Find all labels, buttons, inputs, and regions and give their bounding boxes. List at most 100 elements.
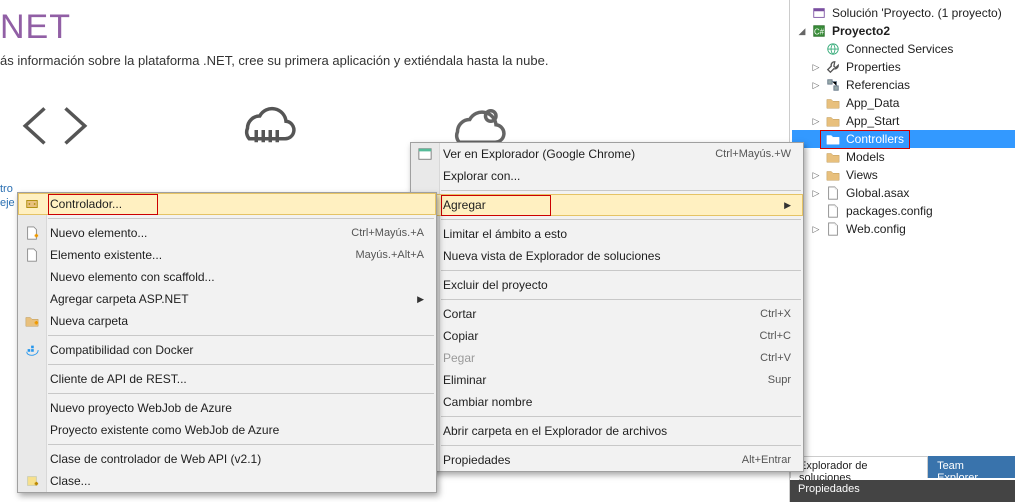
tree-node-app-data[interactable]: App_Data — [792, 94, 1015, 112]
menu-item-label: Nuevo elemento con scaffold... — [50, 270, 424, 284]
menu-separator — [48, 335, 434, 336]
existitem-icon — [24, 247, 40, 263]
menu-item-label: Agregar — [443, 198, 784, 212]
ctx-excluir-del-proyecto[interactable]: Excluir del proyecto — [411, 274, 803, 296]
add-nueva-carpeta[interactable]: Nueva carpeta — [18, 310, 436, 332]
class-icon — [24, 473, 40, 489]
truncated-left-text: troeje — [0, 182, 18, 210]
menu-item-label: Elemento existente... — [50, 248, 332, 262]
menu-item-label: Clase de controlador de Web API (v2.1) — [50, 452, 424, 466]
menu-item-label: Cambiar nombre — [443, 395, 791, 409]
tree-node-properties[interactable]: ▷ Properties — [792, 58, 1015, 76]
ctx-copiar[interactable]: CopiarCtrl+C — [411, 325, 803, 347]
menu-item-shortcut: Supr — [744, 374, 791, 386]
tree-node-app-start[interactable]: ▷ App_Start — [792, 112, 1015, 130]
tree-label: Web.config — [844, 222, 906, 236]
tree-label: App_Start — [844, 114, 899, 128]
menu-separator — [48, 444, 434, 445]
menu-item-label: Nueva vista de Explorador de soluciones — [443, 249, 791, 263]
folder-icon — [825, 95, 841, 111]
menu-separator — [441, 299, 801, 300]
ctx-eliminar[interactable]: EliminarSupr — [411, 369, 803, 391]
tree-node-controllers[interactable]: Controllers — [792, 130, 1015, 148]
menu-separator — [441, 190, 801, 191]
folder-icon — [825, 167, 841, 183]
tree-node-models[interactable]: Models — [792, 148, 1015, 166]
newfolder-icon — [24, 313, 40, 329]
menu-item-label: Abrir carpeta en el Explorador de archiv… — [443, 424, 791, 438]
folder-icon — [825, 113, 841, 129]
menu-item-label: Clase... — [50, 474, 424, 488]
csproj-icon: C# — [811, 23, 827, 39]
add-proyecto-existente-como-webjob-de-azure[interactable]: Proyecto existente como WebJob de Azure — [18, 419, 436, 441]
context-menu-controllers: Ver en Explorador (Google Chrome)Ctrl+Ma… — [410, 142, 804, 472]
menu-item-label: Nuevo proyecto WebJob de Azure — [50, 401, 424, 415]
expander-icon[interactable]: ▷ — [810, 188, 822, 199]
solution-root[interactable]: Solución 'Proyecto. (1 proyecto) — [792, 4, 1015, 22]
ctx-abrir-carpeta-en-el-explorador-de-archivos[interactable]: Abrir carpeta en el Explorador de archiv… — [411, 420, 803, 442]
ctx-agregar[interactable]: Agregar▶ — [411, 194, 803, 216]
add-agregar-carpeta-asp-net[interactable]: Agregar carpeta ASP.NET▶ — [18, 288, 436, 310]
add-clase[interactable]: Clase... — [18, 470, 436, 492]
add-nuevo-proyecto-webjob-de-azure[interactable]: Nuevo proyecto WebJob de Azure — [18, 397, 436, 419]
menu-item-label: Cortar — [443, 307, 736, 321]
expander-icon[interactable]: ▷ — [810, 62, 822, 73]
newitem-icon — [24, 225, 40, 241]
ctx-ver-en-explorador-google-chrome[interactable]: Ver en Explorador (Google Chrome)Ctrl+Ma… — [411, 143, 803, 165]
file-icon — [825, 221, 841, 237]
add-nuevo-elemento-con-scaffold[interactable]: Nuevo elemento con scaffold... — [18, 266, 436, 288]
add-controlador[interactable]: Controlador... — [18, 193, 436, 215]
expander-icon[interactable]: ▷ — [810, 116, 822, 127]
menu-item-label: Limitar el ámbito a esto — [443, 227, 791, 241]
add-compatibilidad-con-docker[interactable]: Compatibilidad con Docker — [18, 339, 436, 361]
ctx-pegar: PegarCtrl+V — [411, 347, 803, 369]
tree-label: Global.asax — [844, 186, 909, 200]
add-nuevo-elemento[interactable]: Nuevo elemento...Ctrl+Mayús.+A — [18, 222, 436, 244]
expander-icon[interactable]: ▷ — [810, 170, 822, 181]
menu-item-shortcut: Ctrl+C — [736, 330, 791, 342]
ctx-propiedades[interactable]: PropiedadesAlt+Entrar — [411, 449, 803, 471]
tree-node-global-asax[interactable]: ▷ Global.asax — [792, 184, 1015, 202]
submenu-arrow-icon: ▶ — [417, 294, 424, 305]
tree-label: Proyecto2 — [830, 24, 890, 38]
menu-item-label: Compatibilidad con Docker — [50, 343, 424, 357]
menu-item-label: Proyecto existente como WebJob de Azure — [50, 423, 424, 437]
tab-solution-explorer[interactable]: Explorador de soluciones — [790, 456, 928, 478]
add-clase-de-controlador-de-web-api-v2-1[interactable]: Clase de controlador de Web API (v2.1) — [18, 448, 436, 470]
project-node[interactable]: ◢C#Proyecto2 — [792, 22, 1015, 40]
tree-label: packages.config — [844, 204, 933, 218]
submenu-arrow-icon: ▶ — [784, 200, 791, 211]
tree-node-views[interactable]: ▷Views — [792, 166, 1015, 184]
tree-label: Properties — [844, 60, 901, 74]
tree-label: Models — [844, 150, 885, 164]
ctx-explorar-con[interactable]: Explorar con... — [411, 165, 803, 187]
expander-icon[interactable]: ▷ — [810, 80, 822, 91]
menu-separator — [48, 393, 434, 394]
properties-header[interactable]: Propiedades — [790, 480, 1015, 502]
ctx-cambiar-nombre[interactable]: Cambiar nombre — [411, 391, 803, 413]
ctx-cortar[interactable]: CortarCtrl+X — [411, 303, 803, 325]
expander-icon[interactable]: ▷ — [810, 224, 822, 235]
menu-item-shortcut: Ctrl+X — [736, 308, 791, 320]
tree-node-packages-config[interactable]: packages.config — [792, 202, 1015, 220]
file-icon — [825, 203, 841, 219]
code-icon — [20, 98, 90, 154]
wrench-icon — [825, 59, 841, 75]
add-elemento-existente[interactable]: Elemento existente...Mayús.+Alt+A — [18, 244, 436, 266]
folder-icon — [825, 131, 841, 147]
menu-separator — [48, 364, 434, 365]
tree-node-referencias[interactable]: ▷Referencias — [792, 76, 1015, 94]
page-subtitle: ás información sobre la plataforma .NET,… — [0, 53, 790, 68]
tab-team-explorer[interactable]: Team Explorer — [928, 456, 1015, 478]
menu-item-label: Controlador... — [50, 197, 424, 211]
add-cliente-de-api-de-rest[interactable]: Cliente de API de REST... — [18, 368, 436, 390]
controller-icon — [24, 196, 40, 212]
ctx-nueva-vista-de-explorador-de-soluciones[interactable]: Nueva vista de Explorador de soluciones — [411, 245, 803, 267]
cloud-rain-icon — [230, 98, 300, 154]
menu-item-label: Cliente de API de REST... — [50, 372, 424, 386]
menu-item-label: Agregar carpeta ASP.NET — [50, 292, 417, 306]
ctx-limitar-el-mbito-a-esto[interactable]: Limitar el ámbito a esto — [411, 223, 803, 245]
expander-icon[interactable]: ◢ — [796, 26, 808, 37]
tree-node-connected-services[interactable]: Connected Services — [792, 40, 1015, 58]
tree-node-web-config[interactable]: ▷ Web.config — [792, 220, 1015, 238]
